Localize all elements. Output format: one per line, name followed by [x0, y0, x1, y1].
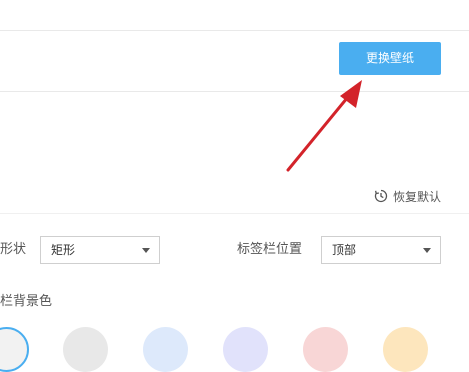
header-divider [0, 91, 469, 92]
bg-color-label: 栏背景色 [0, 294, 53, 309]
color-swatch-gray[interactable] [63, 327, 108, 372]
tab-position-select[interactable]: 顶部 [321, 236, 441, 264]
shape-select-value: 矩形 [51, 243, 76, 257]
color-swatch-blue[interactable] [143, 327, 188, 372]
top-divider [0, 30, 469, 31]
history-icon [374, 189, 388, 203]
change-wallpaper-button[interactable]: 更换壁纸 [339, 42, 441, 75]
shape-label: 形状 [0, 242, 27, 257]
color-swatch-orange[interactable] [383, 327, 428, 372]
color-swatch-selected[interactable] [0, 327, 29, 372]
section-divider [0, 213, 469, 214]
tab-position-select-value: 顶部 [332, 243, 357, 257]
color-swatch-pink[interactable] [303, 327, 348, 372]
tab-position-label: 标签栏位置 [237, 242, 303, 257]
color-swatch-lavender[interactable] [223, 327, 268, 372]
shape-select[interactable]: 矩形 [40, 236, 160, 264]
annotation-arrow [286, 80, 362, 172]
restore-defaults-label: 恢复默认 [392, 189, 441, 204]
chevron-down-icon [423, 248, 431, 253]
restore-defaults-button[interactable]: 恢复默认 [374, 186, 441, 206]
chevron-down-icon [142, 248, 150, 253]
